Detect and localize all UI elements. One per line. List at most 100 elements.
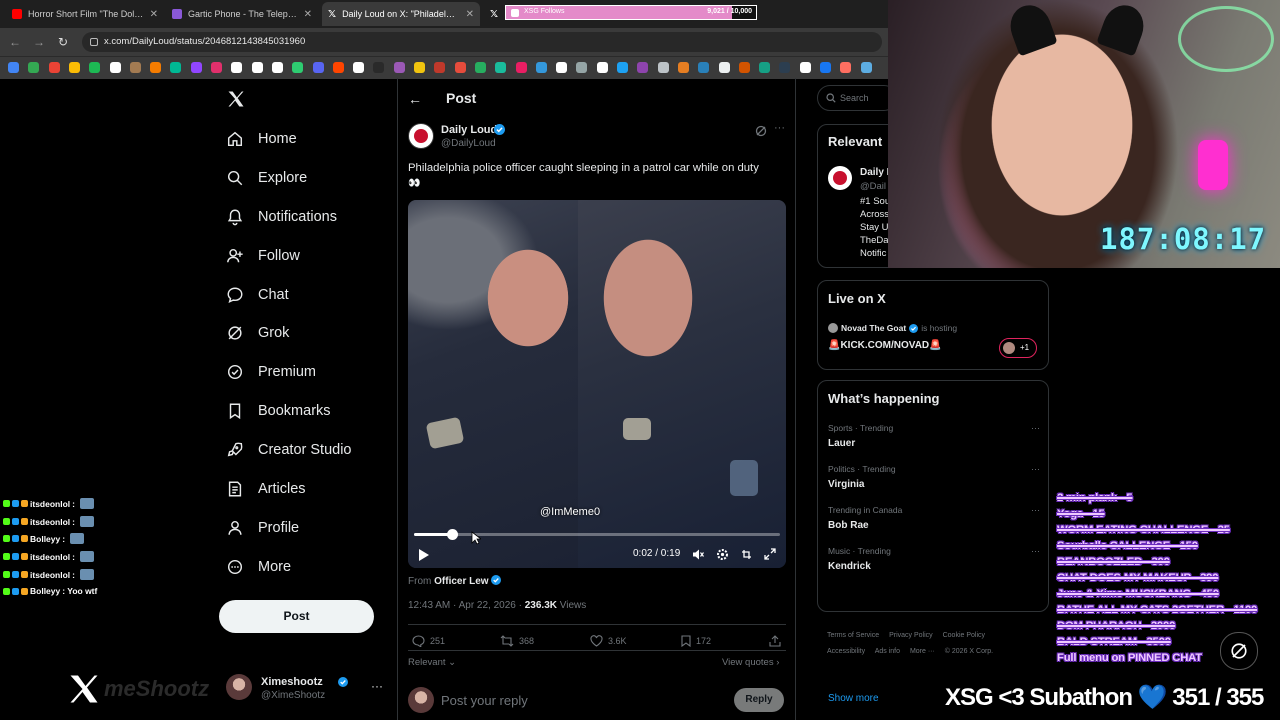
bookmark-action[interactable]: 172 — [681, 635, 711, 647]
bookmark-favicon-icon[interactable] — [312, 62, 324, 73]
post-button[interactable]: Post — [219, 600, 374, 633]
footer-link[interactable]: Cookie Policy — [943, 632, 985, 639]
view-quotes-link[interactable]: View quotes › — [722, 657, 779, 668]
grok-floating-button[interactable] — [1220, 632, 1258, 670]
more-dots-icon[interactable]: ··· — [1031, 505, 1040, 515]
bookmark-favicon-icon[interactable] — [515, 62, 527, 73]
sidebar-item-more[interactable]: More — [226, 555, 291, 579]
footer-link[interactable]: Privacy Policy — [889, 632, 933, 639]
reply-input[interactable]: Post your reply — [441, 693, 528, 708]
bookmark-favicon-icon[interactable] — [292, 62, 304, 73]
footer-link[interactable]: Terms of Service — [827, 632, 879, 639]
footer-link[interactable]: More ··· — [910, 648, 935, 655]
repost-action[interactable]: 368 — [500, 635, 534, 647]
bookmark-favicon-icon[interactable] — [271, 62, 283, 73]
grok-icon[interactable] — [755, 125, 767, 137]
sidebar-item-explore[interactable]: Explore — [226, 166, 307, 190]
bookmark-favicon-icon[interactable] — [373, 62, 385, 73]
sidebar-item-notifications[interactable]: Notifications — [226, 205, 337, 229]
bookmark-favicon-icon[interactable] — [251, 62, 263, 73]
sidebar-item-profile[interactable]: Profile — [226, 516, 299, 540]
sidebar-item-follow[interactable]: Follow — [226, 244, 300, 268]
bookmark-favicon-icon[interactable] — [799, 62, 811, 73]
bookmark-favicon-icon[interactable] — [698, 62, 710, 73]
browser-tab-4[interactable]: 𝕏 — [484, 2, 504, 26]
reply-action[interactable]: 251 — [412, 635, 445, 647]
browser-tab-3[interactable]: 𝕏 Daily Loud on X: "Philadelphia p ✕ — [322, 2, 480, 26]
video-player[interactable]: @ImMeme0 0:02 / 0:19 — [408, 200, 786, 568]
more-dots-icon[interactable]: ··· — [371, 679, 383, 693]
sidebar-item-home[interactable]: Home — [226, 127, 297, 151]
reply-sort-dropdown[interactable]: Relevant ⌄ — [408, 657, 456, 668]
bookmark-favicon-icon[interactable] — [393, 62, 405, 73]
reply-button[interactable]: Reply — [734, 688, 784, 712]
video-progress-bar[interactable] — [414, 529, 780, 540]
settings-gear-icon[interactable] — [716, 548, 729, 561]
more-dots-icon[interactable]: ··· — [1031, 464, 1040, 474]
bookmark-favicon-icon[interactable] — [231, 62, 243, 73]
share-action[interactable] — [769, 635, 781, 647]
bookmark-favicon-icon[interactable] — [820, 62, 831, 73]
author-name[interactable]: Daily Loud — [441, 124, 497, 136]
bookmark-favicon-icon[interactable] — [495, 62, 507, 73]
post-timestamp[interactable]: 12:43 AM · Apr 22, 2026 · — [408, 600, 525, 611]
footer-link[interactable]: Accessibility — [827, 648, 865, 655]
avatar[interactable] — [828, 166, 852, 190]
show-more-link[interactable]: Show more — [828, 693, 879, 704]
x-logo-icon[interactable] — [226, 89, 246, 109]
trend-item[interactable]: Music · Trending Kendrick ··· — [828, 546, 1040, 572]
account-switcher[interactable]: Ximeshootz @XimeShootz ··· — [226, 672, 386, 704]
bookmark-favicon-icon[interactable] — [332, 62, 344, 73]
live-stream-title[interactable]: 🚨KICK.COM/NOVAD🚨 — [828, 340, 942, 351]
bookmark-favicon-icon[interactable] — [353, 62, 365, 73]
back-arrow-icon[interactable]: ← — [408, 91, 422, 107]
bookmark-favicon-icon[interactable] — [535, 62, 547, 73]
close-tab-icon[interactable]: ✕ — [466, 9, 474, 20]
back-icon[interactable]: ← — [8, 35, 22, 49]
bookmark-favicon-icon[interactable] — [840, 62, 852, 73]
bookmark-favicon-icon[interactable] — [576, 62, 588, 73]
browser-tab-1[interactable]: Horror Short Film "The Dollmak ✕ — [6, 2, 164, 26]
bookmark-favicon-icon[interactable] — [677, 62, 689, 73]
bookmark-favicon-icon[interactable] — [414, 62, 425, 73]
bookmark-favicon-icon[interactable] — [860, 62, 872, 73]
bookmark-favicon-icon[interactable] — [759, 62, 771, 73]
bookmark-favicon-icon[interactable] — [779, 62, 791, 73]
trend-item[interactable]: Sports · Trending Lauer ··· — [828, 423, 1040, 449]
bookmark-favicon-icon[interactable] — [109, 62, 121, 73]
reload-icon[interactable]: ↻ — [56, 35, 70, 49]
bookmark-favicon-icon[interactable] — [48, 62, 60, 73]
more-dots-icon[interactable]: ··· — [1031, 423, 1040, 433]
bookmark-favicon-icon[interactable] — [89, 62, 101, 73]
live-on-x-card[interactable]: Live on X Novad The Goat is hosting 🚨KIC… — [817, 280, 1049, 370]
bookmark-favicon-icon[interactable] — [434, 62, 446, 73]
pip-icon[interactable] — [740, 548, 753, 561]
sidebar-item-chat[interactable]: Chat — [226, 283, 289, 307]
trend-item[interactable]: Trending in Canada Bob Rae ··· — [828, 505, 1040, 531]
bookmark-favicon-icon[interactable] — [150, 62, 162, 73]
bookmark-favicon-icon[interactable] — [28, 62, 40, 73]
sidebar-item-articles[interactable]: Articles — [226, 477, 306, 501]
fullscreen-icon[interactable] — [764, 548, 776, 560]
sidebar-item-grok[interactable]: Grok — [226, 321, 289, 345]
sidebar-item-creator-studio[interactable]: Creator Studio — [226, 438, 352, 462]
bookmark-favicon-icon[interactable] — [596, 62, 608, 73]
more-dots-icon[interactable]: ··· — [774, 122, 785, 134]
like-action[interactable]: 3.6K — [590, 635, 627, 647]
bookmark-favicon-icon[interactable] — [211, 62, 222, 73]
bookmark-favicon-icon[interactable] — [170, 62, 182, 73]
mute-icon[interactable] — [692, 548, 705, 561]
more-dots-icon[interactable]: ··· — [1031, 546, 1040, 556]
bookmark-favicon-icon[interactable] — [718, 62, 730, 73]
bookmark-favicon-icon[interactable] — [454, 62, 466, 73]
search-input[interactable]: Search — [817, 85, 897, 111]
forward-icon[interactable]: → — [32, 35, 46, 49]
host-name[interactable]: Novad The Goat — [841, 323, 906, 333]
trend-item[interactable]: Politics · Trending Virginia ··· — [828, 464, 1040, 490]
close-tab-icon[interactable]: ✕ — [304, 9, 312, 20]
bookmark-favicon-icon[interactable] — [8, 62, 19, 73]
sidebar-item-premium[interactable]: Premium — [226, 360, 316, 384]
bookmark-favicon-icon[interactable] — [637, 62, 649, 73]
bookmark-favicon-icon[interactable] — [474, 62, 486, 73]
browser-tab-2[interactable]: Gartic Phone - The Telephone G ✕ — [166, 2, 318, 26]
